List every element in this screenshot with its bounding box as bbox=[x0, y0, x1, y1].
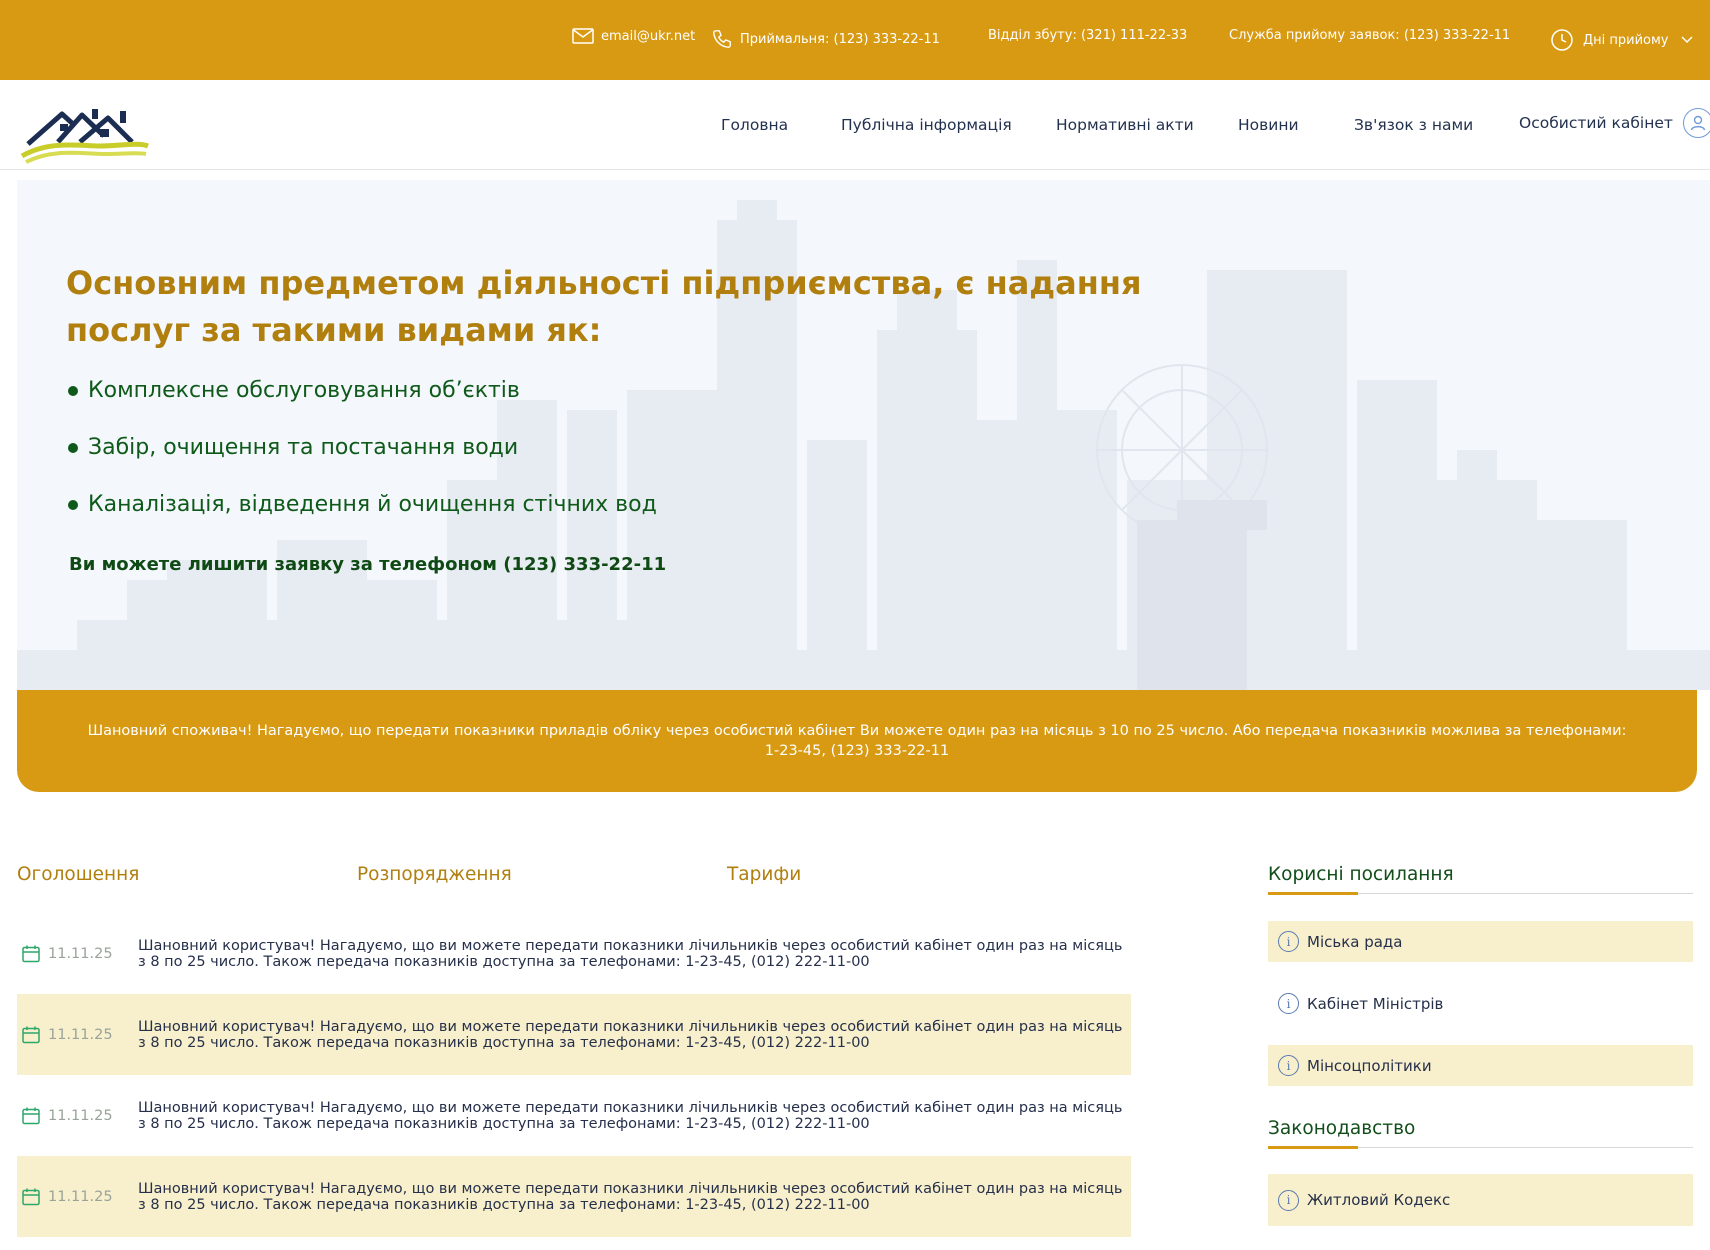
info-icon: i bbox=[1278, 1055, 1299, 1076]
link-label: Міська рада bbox=[1307, 932, 1403, 951]
tab-tariffs[interactable]: Тарифи bbox=[727, 864, 801, 885]
list-item[interactable]: 11.11.25 Шановний користувач! Нагадуємо,… bbox=[17, 994, 1131, 1075]
topbar-service-phone[interactable]: Служба прийому заявок: (123) 333-22-11 bbox=[1229, 28, 1510, 43]
hero-title: Основним предметом діяльності підприємст… bbox=[66, 264, 1142, 349]
info-icon: i bbox=[1278, 993, 1299, 1014]
tab-orders[interactable]: Розпорядження bbox=[357, 864, 512, 885]
link-label: Кабінет Міністрів bbox=[1307, 994, 1444, 1013]
top-bar: email@ukr.net Приймальня: (123) 333-22-1… bbox=[0, 0, 1710, 80]
service-item: Каналізація, відведення й очищення стічн… bbox=[66, 490, 657, 547]
reception-hours-label: Дні прийому bbox=[1583, 32, 1669, 48]
useful-links-list: i Міська рада i Кабінет Міністрів i Мінс… bbox=[1268, 921, 1693, 1086]
service-item: Забір, очищення та постачання води bbox=[66, 433, 657, 490]
link-cabinet-of-ministers[interactable]: i Кабінет Міністрів bbox=[1268, 983, 1693, 1024]
list-item-date: 11.11.25 bbox=[48, 1107, 113, 1124]
list-item[interactable]: 11.11.25 Шановний користувач! Нагадуємо,… bbox=[17, 1075, 1131, 1156]
list-item-date: 11.11.25 bbox=[48, 945, 113, 962]
topbar-email-link[interactable]: email@ukr.net bbox=[572, 28, 695, 44]
services-list: Комплексне обслуговування об’єктів Забір… bbox=[66, 376, 657, 547]
calendar-icon bbox=[22, 1107, 40, 1124]
service-item: Комплексне обслуговування об’єктів bbox=[66, 376, 657, 433]
list-item-text: Шановний користувач! Нагадуємо, що ви мо… bbox=[138, 937, 1123, 970]
tab-announcements[interactable]: Оголошення bbox=[17, 864, 139, 885]
useful-links-section: Корисні посилання i Міська рада i Кабіне… bbox=[1268, 864, 1693, 1107]
topbar-reception-phone[interactable]: Приймальня: (123) 333-22-11 bbox=[711, 28, 940, 50]
useful-links-heading: Корисні посилання bbox=[1268, 864, 1693, 895]
info-icon: i bbox=[1278, 931, 1299, 952]
legislation-heading: Законодавство bbox=[1268, 1118, 1693, 1149]
nav-home[interactable]: Головна bbox=[721, 116, 788, 134]
list-item-date: 11.11.25 bbox=[48, 1026, 113, 1043]
list-item-text: Шановний користувач! Нагадуємо, що ви мо… bbox=[138, 1099, 1123, 1132]
link-label: Житловий Кодекс bbox=[1307, 1191, 1451, 1209]
meter-readings-notice: Шановний споживач! Нагадуємо, що передат… bbox=[17, 690, 1697, 792]
personal-cabinet-label: Особистий кабінет bbox=[1519, 114, 1673, 132]
nav-regulations[interactable]: Нормативні акти bbox=[1056, 116, 1194, 134]
nav-contact[interactable]: Зв'язок з нами bbox=[1354, 116, 1473, 134]
site-logo[interactable] bbox=[20, 96, 150, 166]
list-item-text: Шановний користувач! Нагадуємо, що ви мо… bbox=[138, 1180, 1123, 1213]
nav-personal-cabinet[interactable]: Особистий кабінет bbox=[1519, 108, 1710, 138]
list-item[interactable]: 11.11.25 Шановний користувач! Нагадуємо,… bbox=[17, 913, 1131, 994]
link-city-council[interactable]: i Міська рада bbox=[1268, 921, 1693, 962]
nav-public-info[interactable]: Публічна інформація bbox=[841, 116, 1012, 134]
hero-call-to-action: Ви можете лишити заявку за телефоном (12… bbox=[69, 554, 667, 575]
service-item-text: Комплексне обслуговування об’єктів bbox=[88, 378, 520, 403]
link-label: Мінсоцполітики bbox=[1307, 1056, 1432, 1075]
notice-text: Шановний споживач! Нагадуємо, що передат… bbox=[87, 723, 1627, 759]
chevron-down-icon bbox=[1680, 36, 1693, 44]
clock-icon bbox=[1551, 29, 1573, 51]
calendar-icon bbox=[22, 1026, 40, 1043]
nav-news[interactable]: Новини bbox=[1238, 116, 1299, 134]
service-item-text: Забір, очищення та постачання води bbox=[88, 435, 519, 460]
topbar-sales: Відділ збуту: (321) 111-22-33 bbox=[988, 28, 1188, 43]
reception-hours-dropdown[interactable]: Дні прийому bbox=[1550, 28, 1702, 52]
bullet bbox=[68, 386, 78, 396]
hero-banner: Основним предметом діяльності підприємст… bbox=[17, 180, 1710, 690]
bullet bbox=[68, 443, 78, 453]
topbar-sales-phone[interactable]: Відділ збуту: (321) 111-22-33 bbox=[988, 28, 1187, 43]
list-item-text: Шановний користувач! Нагадуємо, що ви мо… bbox=[138, 1018, 1123, 1051]
info-icon: i bbox=[1278, 1189, 1299, 1211]
calendar-icon bbox=[22, 945, 40, 962]
list-item[interactable]: 11.11.25 Шановний користувач! Нагадуємо,… bbox=[17, 1156, 1131, 1237]
link-housing-code[interactable]: i Житловий Кодекс bbox=[1268, 1174, 1693, 1226]
bullet bbox=[68, 500, 78, 510]
mail-icon bbox=[572, 28, 594, 44]
site-header: Головна Публічна інформація Нормативні а… bbox=[0, 80, 1710, 170]
topbar-email: email@ukr.net bbox=[601, 28, 696, 44]
calendar-icon bbox=[22, 1188, 40, 1205]
list-item-date: 11.11.25 bbox=[48, 1188, 113, 1205]
legislation-section: Законодавство i Житловий Кодекс bbox=[1268, 1118, 1693, 1247]
user-icon bbox=[1682, 108, 1710, 138]
phone-icon bbox=[713, 30, 731, 48]
announcements-list: 11.11.25 Шановний користувач! Нагадуємо,… bbox=[17, 913, 1131, 1237]
link-social-policy-ministry[interactable]: i Мінсоцполітики bbox=[1268, 1045, 1693, 1086]
legislation-list: i Житловий Кодекс bbox=[1268, 1174, 1693, 1226]
service-item-text: Каналізація, відведення й очищення стічн… bbox=[88, 492, 657, 517]
topbar-reception: Приймальня: (123) 333-22-11 bbox=[740, 31, 940, 47]
topbar-service: Служба прийому заявок: (123) 333-22-11 bbox=[1229, 28, 1511, 43]
